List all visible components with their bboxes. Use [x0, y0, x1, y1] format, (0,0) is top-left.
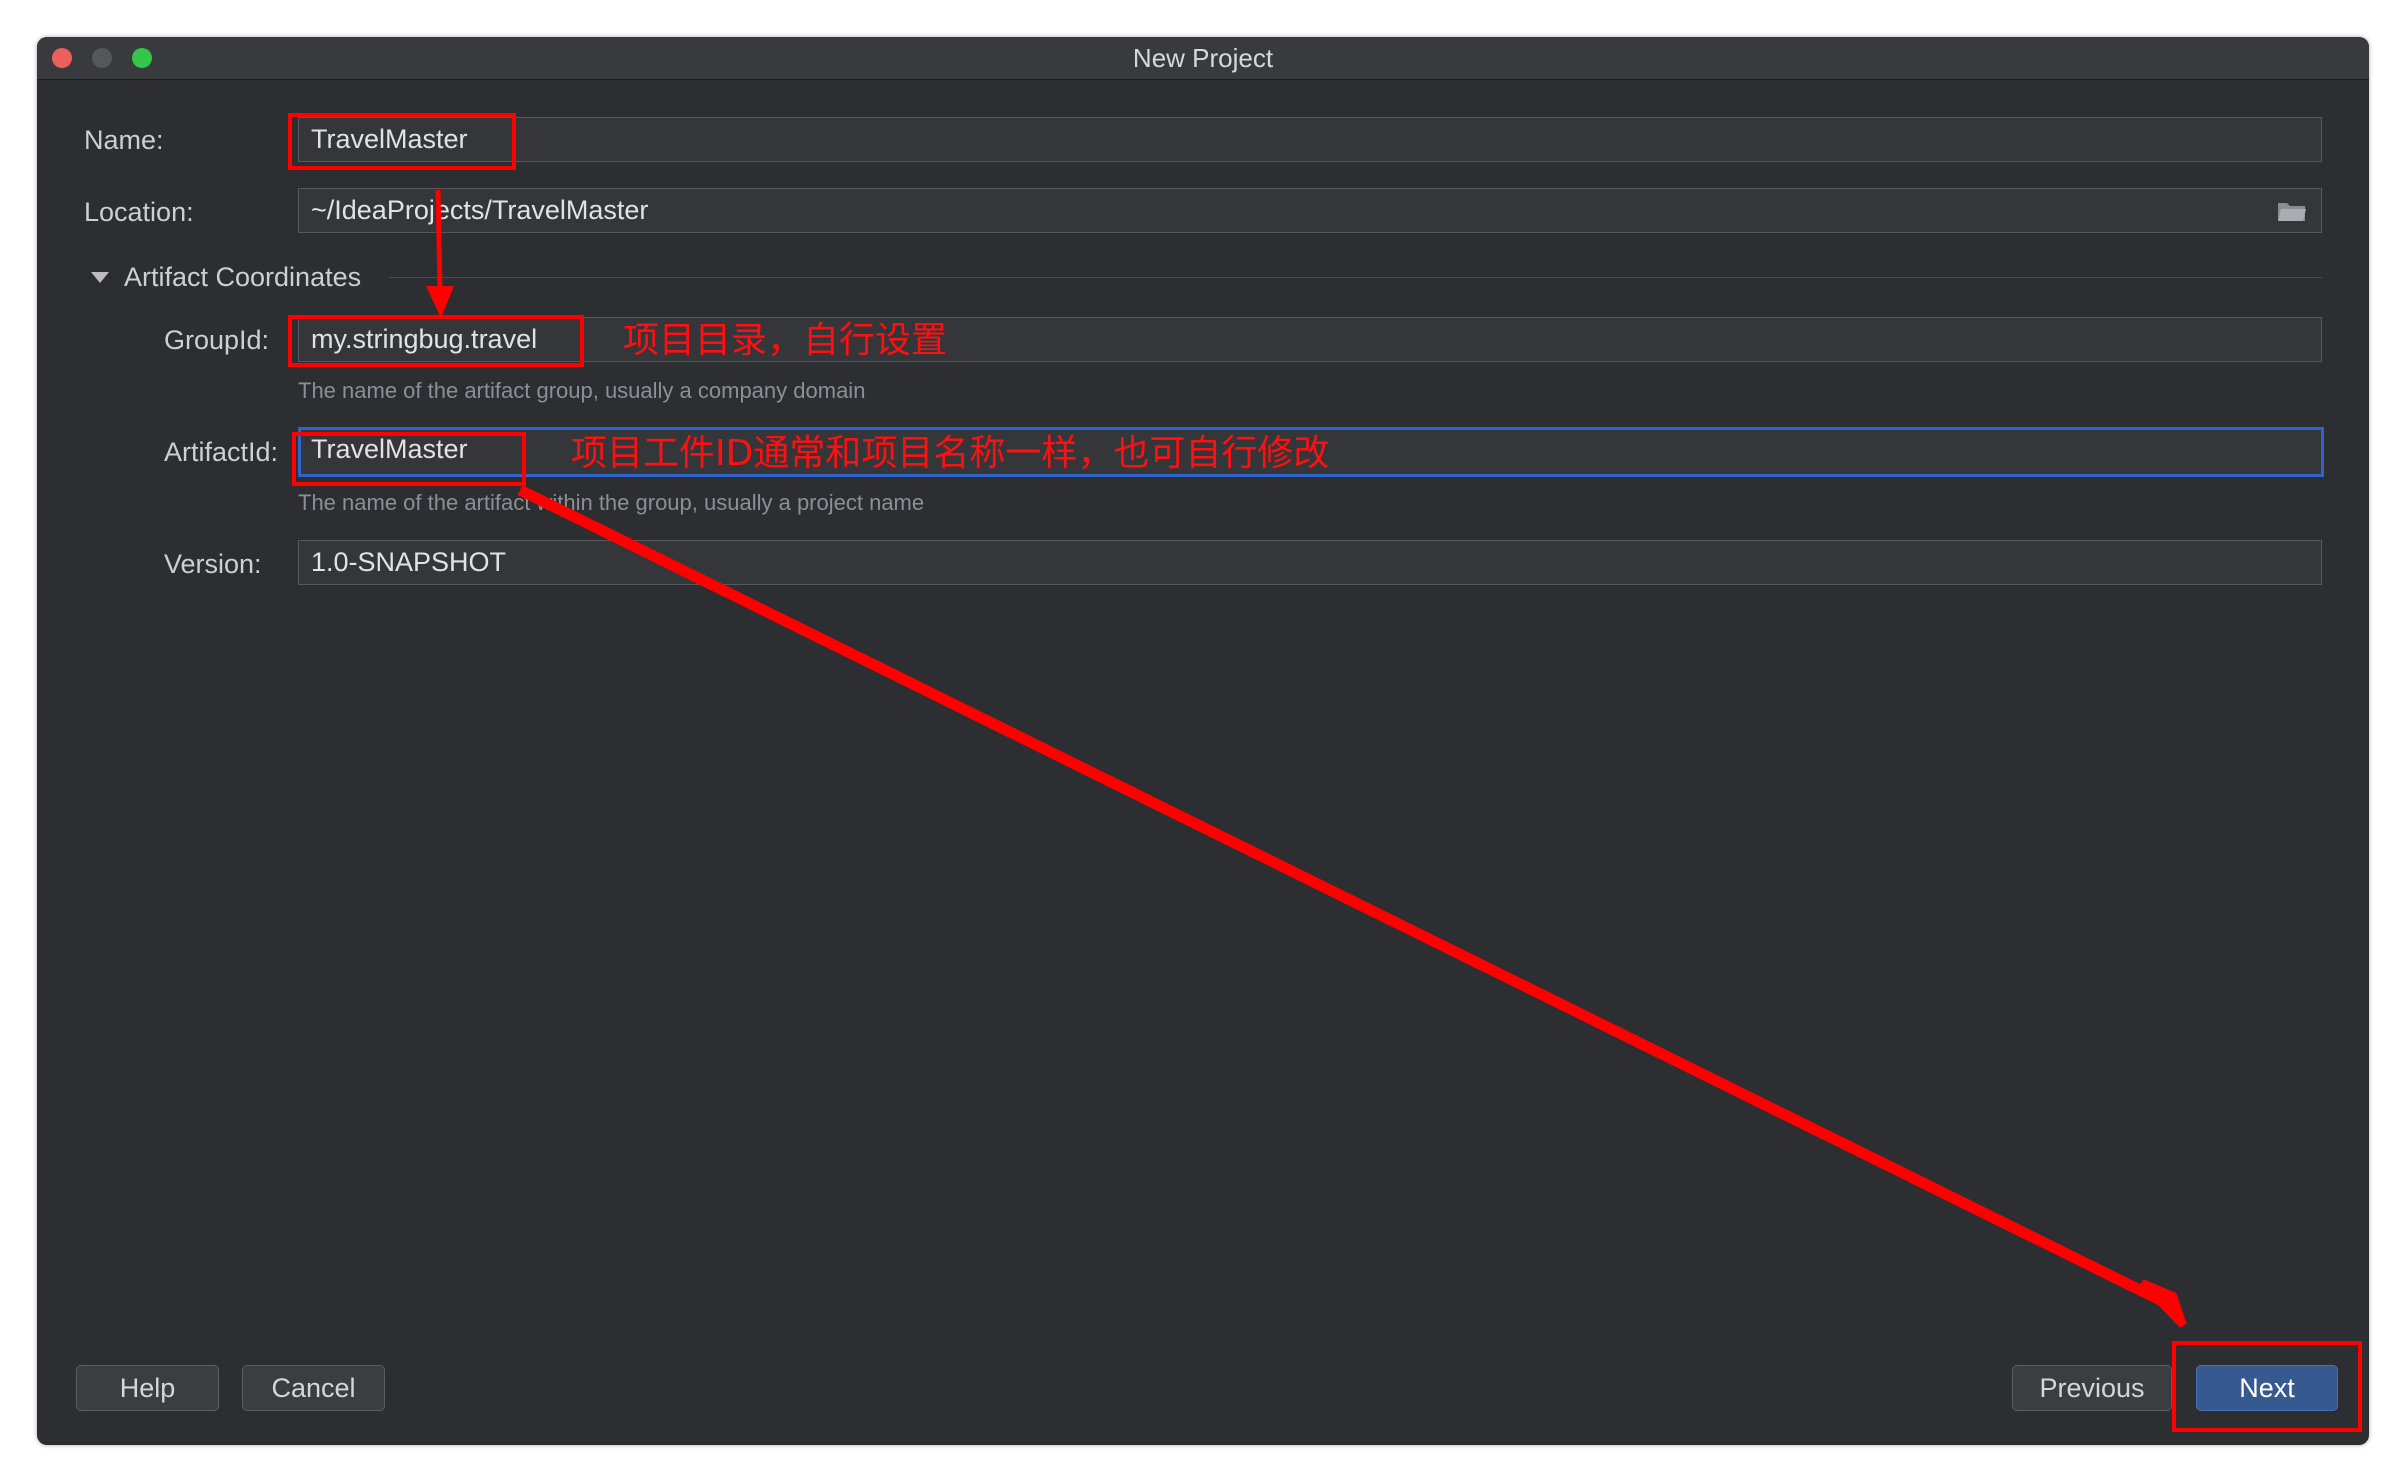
arrow-head-next [2139, 1279, 2187, 1328]
arrow-name-to-groupid [435, 189, 443, 289]
arrow-head-groupid [426, 286, 454, 318]
annotation-arrows [426, 189, 2187, 1328]
arrow-artifactid-to-next [517, 485, 2163, 1305]
